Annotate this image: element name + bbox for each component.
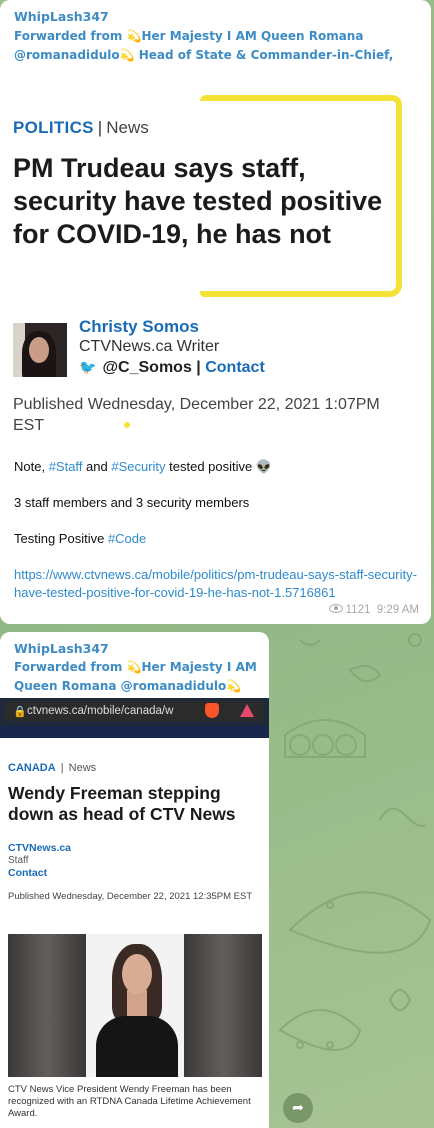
twitter-icon: 🐦 bbox=[79, 359, 97, 375]
url-text: ctvnews.ca/mobile/canada/w bbox=[27, 705, 174, 717]
author-role: Staff bbox=[8, 855, 29, 866]
message-meta: 1121 9:29 AM bbox=[328, 604, 419, 616]
message-time: 9:29 AM bbox=[376, 604, 419, 616]
article-headline: Wendy Freeman stepping down as head of C… bbox=[8, 783, 236, 824]
social-divider: | bbox=[196, 359, 206, 376]
section-divider: | bbox=[97, 118, 103, 137]
url-field: 🔒 ctvnews.ca/mobile/canada/w bbox=[5, 701, 263, 721]
author-photo bbox=[13, 323, 67, 377]
hashtag-staff[interactable]: #Staff bbox=[49, 459, 83, 474]
contact-link: Contact bbox=[205, 359, 265, 376]
section-label: POLITICS bbox=[13, 118, 94, 137]
message-bubble[interactable]: WhipLash347 Forwarded from 💫Her Majesty … bbox=[0, 632, 269, 1128]
photo-caption: CTV News Vice President Wendy Freeman ha… bbox=[8, 1084, 251, 1119]
article-headline: PM Trudeau says staff, security have tes… bbox=[13, 153, 383, 249]
message-text: Note, #Staff and #Security tested positi… bbox=[14, 458, 419, 602]
message-bubble[interactable]: WhipLash347 Forwarded from 💫Her Majesty … bbox=[0, 0, 431, 624]
sender-name[interactable]: WhipLash347 bbox=[14, 641, 109, 656]
view-count: 1121 bbox=[345, 604, 371, 616]
section-sub: News bbox=[68, 762, 97, 774]
published-date: Published Wednesday, December 22, 2021 1… bbox=[13, 396, 380, 434]
hashtag-code[interactable]: #Code bbox=[108, 531, 146, 546]
share-arrow-icon[interactable]: ➦ bbox=[283, 1093, 313, 1123]
message-line-2: 3 staff members and 3 security members bbox=[14, 495, 250, 510]
article-photo bbox=[8, 934, 262, 1077]
article-link[interactable]: https://www.ctvnews.ca/mobile/politics/p… bbox=[14, 567, 417, 600]
site-nav-stripe bbox=[0, 726, 269, 738]
author-social: 🐦 @C_Somos | Contact bbox=[79, 359, 265, 377]
author-name: Christy Somos bbox=[79, 317, 199, 336]
forwarded-from[interactable]: Forwarded from 💫Her Majesty I AM Queen R… bbox=[14, 27, 419, 65]
article-section: CANADA | News bbox=[8, 762, 97, 774]
article-source: CTVNews.ca bbox=[8, 842, 72, 854]
brave-icon bbox=[205, 703, 219, 718]
section-sub: News bbox=[106, 118, 149, 137]
sender-name[interactable]: WhipLash347 bbox=[14, 9, 109, 24]
twitter-handle: @C_Somos bbox=[102, 359, 192, 376]
rewards-icon bbox=[240, 704, 254, 717]
hashtag-security[interactable]: #Security bbox=[111, 459, 165, 474]
lock-icon: 🔒 bbox=[13, 705, 27, 718]
article-section: POLITICS | News bbox=[13, 118, 149, 138]
published-date: Published Wednesday, December 22, 2021 1… bbox=[8, 891, 253, 902]
highlight-dot bbox=[124, 422, 130, 428]
contact-link: Contact bbox=[8, 867, 48, 879]
author-role: CTVNews.ca Writer bbox=[79, 338, 220, 355]
browser-bar-screenshot: 🔒 ctvnews.ca/mobile/canada/w bbox=[0, 698, 269, 738]
eye-icon bbox=[328, 604, 343, 613]
section-label: CANADA bbox=[8, 762, 56, 774]
